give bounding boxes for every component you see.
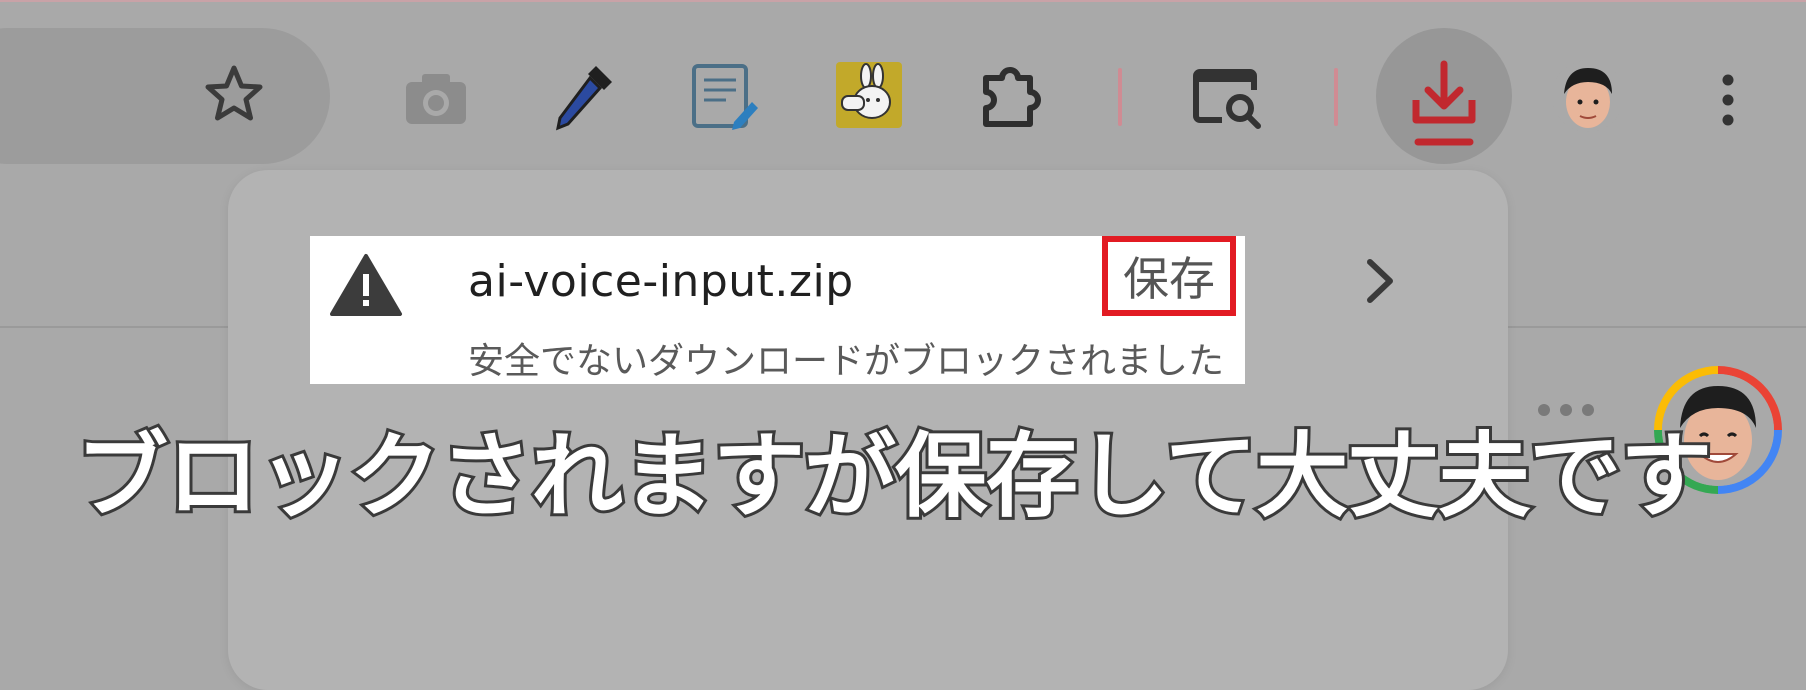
- download-icon: [1410, 58, 1478, 150]
- puzzle-extensions-icon[interactable]: [980, 64, 1048, 130]
- download-status: 安全でないダウンロードがブロックされました: [468, 341, 1225, 382]
- camera-icon[interactable]: [404, 68, 468, 128]
- caption-subtitle: ブロックされますが保存して大丈夫です: [73, 420, 1715, 533]
- toolbar-separator: [1118, 68, 1122, 126]
- toolbar-separator: [1334, 68, 1338, 126]
- tab-search-icon[interactable]: [1192, 66, 1264, 130]
- download-item[interactable]: ai-voice-input.zip 安全でないダウンロードがブロックされました…: [310, 236, 1245, 384]
- warning-icon: [328, 252, 404, 318]
- notes-icon[interactable]: [690, 62, 760, 132]
- save-button[interactable]: 保存: [1102, 236, 1236, 316]
- download-filename: ai-voice-input.zip: [468, 256, 854, 307]
- window-top-border: [0, 0, 1806, 2]
- rabbit-extension-icon[interactable]: [836, 62, 902, 128]
- profile-avatar[interactable]: [1552, 60, 1624, 132]
- eyedropper-icon[interactable]: [552, 62, 616, 132]
- star-icon[interactable]: [202, 62, 266, 126]
- menu-icon[interactable]: [1716, 72, 1740, 132]
- chevron-right-icon[interactable]: [1362, 256, 1398, 306]
- address-bar[interactable]: [0, 28, 330, 164]
